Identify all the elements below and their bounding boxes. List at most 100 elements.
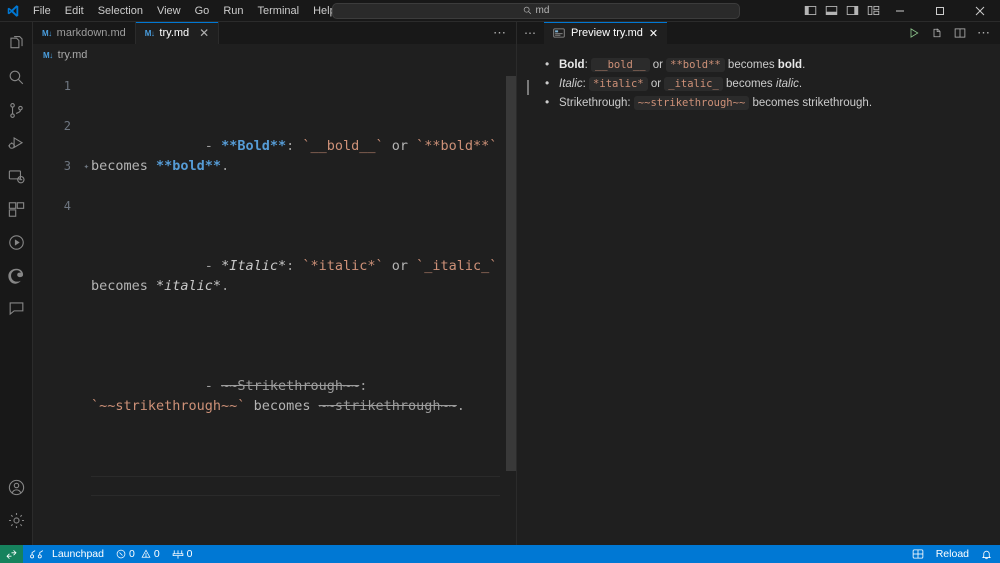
scroll-sync-marker	[527, 80, 529, 95]
preview-text: :	[584, 59, 591, 71]
window-controls	[880, 0, 1000, 22]
gear-icon[interactable]	[0, 504, 33, 537]
preview-text: :	[627, 97, 634, 109]
toggle-primary-sidebar-icon[interactable]	[804, 4, 817, 17]
close-icon[interactable]: ✕	[199, 27, 209, 39]
edge-browser-icon[interactable]	[0, 259, 33, 292]
vscode-window: File Edit Selection View Go Run Terminal…	[0, 0, 1000, 563]
list-item: Strikethrough: ~~strikethrough~~ becomes…	[545, 93, 984, 112]
more-actions-icon[interactable]: ⋯	[977, 26, 991, 39]
preview-tab-bar: ⋯ Preview try.md ✕ ⋯	[517, 22, 1000, 44]
line-number-gutter: 1 2 ✦ 3 4	[33, 66, 91, 545]
close-icon[interactable]: ✕	[649, 27, 658, 40]
code-line-1: - **Bold**: `__bold__` or `**bold**` bec…	[91, 116, 500, 196]
menu-selection[interactable]: Selection	[91, 2, 150, 20]
maximize-icon[interactable]	[920, 0, 960, 22]
more-actions-icon[interactable]: ⋯	[517, 26, 544, 40]
launchpad-icon	[29, 549, 49, 560]
status-bar-right: Reload	[906, 545, 1000, 563]
status-notifications[interactable]	[975, 545, 1000, 563]
preview-text: Bold	[559, 59, 585, 71]
comment-icon[interactable]	[0, 292, 33, 325]
activity-bar	[0, 22, 33, 545]
breadcrumb[interactable]: M↓ try.md	[33, 44, 516, 66]
preview-text: .	[802, 59, 806, 71]
tab-try-md[interactable]: M↓ try.md ✕	[135, 22, 220, 44]
beaker-play-icon[interactable]	[0, 226, 33, 259]
menu-terminal[interactable]: Terminal	[251, 2, 307, 20]
list-item: Italic: *italic* or _italic_ becomes ita…	[545, 74, 984, 93]
code-token: -	[204, 378, 222, 394]
search-icon[interactable]	[0, 61, 33, 94]
code-token: `__bold__`	[302, 138, 384, 154]
preview-text: becomes	[722, 78, 776, 90]
toggle-panel-icon[interactable]	[825, 4, 838, 17]
code-token: or	[383, 138, 417, 154]
status-reload[interactable]: Reload	[930, 545, 975, 563]
menu-bar: File Edit Selection View Go Run Terminal…	[26, 2, 343, 20]
line-number: 4	[63, 199, 71, 213]
preview-text: Italic	[559, 78, 583, 90]
code-token: becomes	[245, 398, 319, 414]
status-launchpad-label: Launchpad	[52, 548, 104, 560]
line-number-wrap-filler	[33, 96, 91, 116]
code-content[interactable]: - **Bold**: `__bold__` or `**bold**` bec…	[91, 66, 516, 545]
more-actions-icon[interactable]: ⋯	[493, 26, 507, 39]
editor-tab-bar: M↓ markdown.md M↓ try.md ✕ ⋯	[33, 22, 516, 44]
quick-input-search[interactable]: md	[332, 2, 740, 19]
status-launchpad[interactable]: Launchpad	[23, 545, 110, 563]
run-icon[interactable]	[908, 27, 920, 39]
remote-explorer-icon[interactable]	[0, 160, 33, 193]
status-bar: Launchpad 0 0 0 Reload	[0, 545, 1000, 563]
code-token: .	[456, 398, 465, 414]
code-token: `*italic*`	[302, 258, 384, 274]
bell-icon	[981, 549, 992, 560]
customize-layout-icon[interactable]	[867, 4, 880, 17]
status-reload-label: Reload	[935, 548, 969, 560]
layout-controls	[804, 4, 880, 17]
extensions-status-icon	[912, 548, 924, 560]
menu-run[interactable]: Run	[216, 2, 250, 20]
preview-text: or	[647, 78, 665, 90]
sparkle-suggestion-icon[interactable]: ✦	[84, 157, 89, 177]
line-number-text: 3	[63, 159, 71, 173]
close-icon[interactable]	[960, 0, 1000, 22]
status-extension-host[interactable]	[906, 545, 930, 563]
code-line-3: - ~~Strikethrough~~: `~~strikethrough~~`…	[91, 356, 500, 436]
account-icon[interactable]	[0, 471, 33, 504]
preview-text: or	[649, 59, 667, 71]
open-preview-to-side-icon[interactable]	[931, 27, 943, 39]
run-debug-icon[interactable]	[0, 127, 33, 160]
files-icon[interactable]	[0, 28, 33, 61]
code-line-4-cursor-line	[91, 476, 500, 496]
menu-file[interactable]: File	[26, 2, 58, 20]
menu-edit[interactable]: Edit	[58, 2, 91, 20]
editor-vertical-scrollbar[interactable]	[506, 76, 516, 471]
markdown-preview-pane: ⋯ Preview try.md ✕ ⋯ • Bold: __bold__ or…	[516, 22, 1000, 545]
minimize-icon[interactable]	[880, 0, 920, 22]
split-editor-icon[interactable]	[954, 27, 966, 39]
code-token: ~~strikethrough~~	[318, 398, 457, 414]
status-problems[interactable]: 0 0	[110, 545, 166, 563]
code-editor[interactable]: 1 2 ✦ 3 4 - **Bold**: `__bold__` or `**b…	[33, 66, 516, 545]
status-warning-count: 0	[153, 548, 160, 560]
menu-view[interactable]: View	[150, 2, 188, 20]
code-token: :	[286, 138, 303, 154]
markdown-file-icon: M↓	[43, 50, 53, 60]
toggle-secondary-sidebar-icon[interactable]	[846, 4, 859, 17]
tab-markdown-md[interactable]: M↓ markdown.md	[33, 22, 136, 44]
source-control-icon[interactable]	[0, 94, 33, 127]
preview-content[interactable]: Bold: __bold__ or **bold** becomes bold.…	[517, 44, 1000, 545]
tab-preview-try-md[interactable]: Preview try.md ✕	[544, 22, 668, 44]
remote-indicator-icon[interactable]	[0, 545, 23, 563]
extensions-icon[interactable]	[0, 193, 33, 226]
code-token: :	[359, 378, 376, 394]
status-ports[interactable]: 0	[166, 545, 199, 563]
warning-icon	[141, 549, 151, 559]
editor-group: M↓ markdown.md M↓ try.md ✕ ⋯ M↓ try.md 1…	[33, 22, 1000, 545]
menu-go[interactable]: Go	[188, 2, 217, 20]
source-editor-pane: M↓ markdown.md M↓ try.md ✕ ⋯ M↓ try.md 1…	[33, 22, 516, 545]
vscode-logo-icon	[0, 4, 26, 18]
tab-label: Preview try.md	[571, 27, 643, 39]
line-number: ✦ 3	[33, 156, 91, 176]
